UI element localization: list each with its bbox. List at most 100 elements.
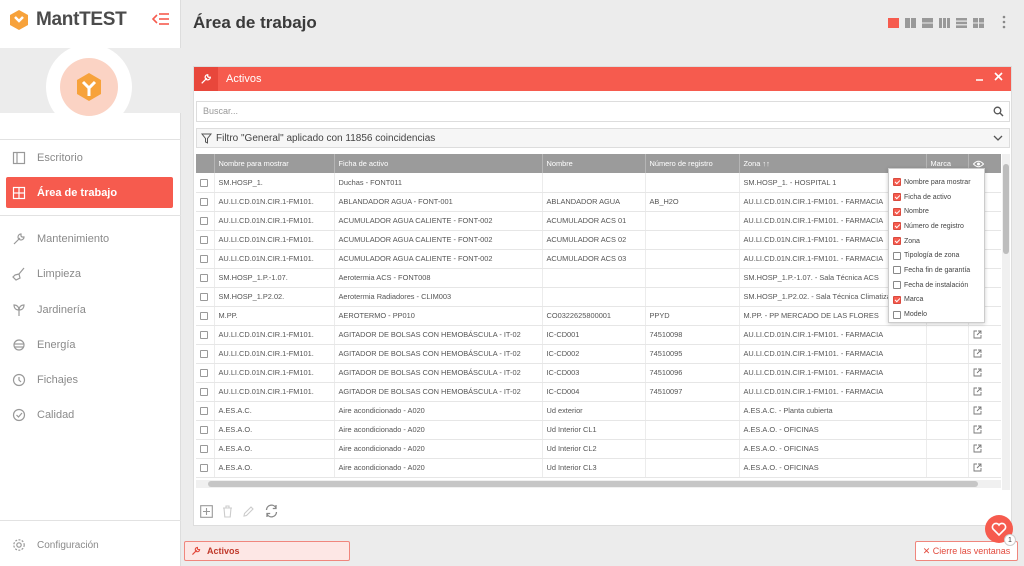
row-checkbox[interactable]	[200, 426, 208, 435]
row-checkbox-cell[interactable]	[196, 306, 215, 326]
row-checkbox[interactable]	[200, 255, 208, 264]
sidebar-item-area-de-trabajo[interactable]: Área de trabajo	[6, 177, 173, 208]
row-checkbox[interactable]	[200, 388, 208, 397]
column-toggle-item[interactable]: Ficha de activo	[893, 190, 980, 205]
open-cell[interactable]	[968, 325, 1001, 345]
row-checkbox-cell[interactable]	[196, 344, 215, 364]
layout-three-rows-icon[interactable]	[956, 18, 967, 28]
external-link-icon[interactable]	[973, 387, 982, 396]
search-icon[interactable]	[993, 106, 1004, 117]
column-toggle-item[interactable]: Tipología de zona	[893, 248, 980, 263]
column-toggle-checkbox[interactable]	[893, 295, 901, 304]
row-checkbox-cell[interactable]	[196, 420, 215, 440]
refresh-icon[interactable]	[264, 504, 279, 518]
row-checkbox[interactable]	[200, 312, 208, 321]
row-checkbox[interactable]	[200, 331, 208, 340]
table-row[interactable]: AU.LI.CD.01N.CIR.1-FM101. AGITADOR DE BOL…	[196, 382, 1001, 402]
row-checkbox-cell[interactable]	[196, 458, 215, 478]
table-row[interactable]: AU.LI.CD.01N.CIR.1-FM101. AGITADOR DE BOL…	[196, 325, 1001, 345]
column-toggle-checkbox[interactable]	[893, 207, 901, 216]
collapse-sidebar-button[interactable]	[152, 12, 170, 26]
sidebar-item-jardineria[interactable]: Jardinería	[6, 294, 173, 325]
filter-bar[interactable]: Filtro "General" aplicado con 11856 coin…	[196, 128, 1010, 148]
table-row[interactable]: AU.LI.CD.01N.CIR.1-FM101. AGITADOR DE BOL…	[196, 363, 1001, 383]
column-toggle-item[interactable]: Marca	[893, 293, 980, 308]
column-toggle-checkbox[interactable]	[893, 251, 901, 260]
column-toggle-item[interactable]: Número de registro	[893, 219, 980, 234]
column-toggle-item[interactable]: Nombre	[893, 204, 980, 219]
open-cell[interactable]	[968, 382, 1001, 402]
column-toggle-checkbox[interactable]	[893, 266, 901, 275]
column-toggle-item[interactable]: Modelo	[893, 307, 980, 322]
row-checkbox[interactable]	[200, 217, 208, 226]
table-row[interactable]: SM.HOSP_1. Duchas - FONT011 SM.HOSP_1. - H…	[196, 173, 1001, 193]
row-checkbox-cell[interactable]	[196, 211, 215, 231]
close-all-windows-button[interactable]: ✕ Cierre las ventanas	[915, 541, 1018, 561]
table-row[interactable]: M.PP. AEROTERMO - PP010 CO0322625800001 PPY…	[196, 306, 1001, 326]
table-row[interactable]: A.ES.A.O. Aire acondicionado - A020 Ud Int…	[196, 458, 1001, 478]
column-toggle-item[interactable]: Zona	[893, 234, 980, 249]
sidebar-item-fichajes[interactable]: Fichajes	[6, 364, 173, 395]
column-toggle-checkbox[interactable]	[893, 310, 901, 319]
add-icon[interactable]	[200, 504, 213, 518]
column-toggle-item[interactable]: Fecha fin de garantía	[893, 263, 980, 278]
column-toggle-checkbox[interactable]	[893, 237, 901, 246]
open-cell[interactable]	[968, 439, 1001, 459]
external-link-icon[interactable]	[973, 444, 982, 453]
external-link-icon[interactable]	[973, 406, 982, 415]
table-row[interactable]: A.ES.A.C. Aire acondicionado - A020 Ud ext…	[196, 401, 1001, 421]
row-checkbox[interactable]	[200, 236, 208, 245]
open-cell[interactable]	[968, 363, 1001, 383]
layout-single-icon[interactable]	[888, 18, 899, 28]
row-checkbox-cell[interactable]	[196, 249, 215, 269]
row-checkbox-cell[interactable]	[196, 401, 215, 421]
table-row[interactable]: SM.HOSP_1.P2.02. Aerotermia Radiadores - …	[196, 287, 1001, 307]
row-checkbox-cell[interactable]	[196, 173, 215, 193]
column-toggle-checkbox[interactable]	[893, 222, 901, 231]
row-checkbox[interactable]	[200, 369, 208, 378]
row-checkbox[interactable]	[200, 293, 208, 302]
sidebar-item-energia[interactable]: Energía	[6, 329, 173, 360]
open-cell[interactable]	[968, 458, 1001, 478]
external-link-icon[interactable]	[973, 330, 982, 339]
row-checkbox-cell[interactable]	[196, 192, 215, 212]
table-row[interactable]: A.ES.A.O. Aire acondicionado - A020 Ud Int…	[196, 439, 1001, 459]
table-row[interactable]: AU.LI.CD.01N.CIR.1-FM101. ACUMULADOR AGUA…	[196, 230, 1001, 250]
column-toggle-item[interactable]: Nombre para mostrar	[893, 175, 980, 190]
column-header[interactable]: Nombre para mostrar	[214, 154, 335, 173]
minimize-icon[interactable]	[975, 72, 984, 81]
layout-two-columns-icon[interactable]	[905, 18, 916, 28]
vertical-scrollbar[interactable]	[1002, 154, 1010, 490]
open-cell[interactable]	[968, 344, 1001, 364]
external-link-icon[interactable]	[973, 463, 982, 472]
open-cell[interactable]	[968, 420, 1001, 440]
sidebar-item-mantenimiento[interactable]: Mantenimiento	[6, 223, 173, 254]
column-toggle-checkbox[interactable]	[893, 178, 901, 187]
column-header[interactable]: Número de registro	[645, 154, 740, 173]
external-link-icon[interactable]	[973, 425, 982, 434]
row-checkbox-cell[interactable]	[196, 230, 215, 250]
sidebar-item-limpieza[interactable]: Limpieza	[6, 258, 173, 289]
close-icon[interactable]	[994, 72, 1003, 81]
window-tab-activos[interactable]: Activos	[184, 541, 350, 561]
layout-three-columns-icon[interactable]	[939, 18, 950, 28]
horizontal-scrollbar[interactable]	[196, 480, 1001, 488]
table-row[interactable]: AU.LI.CD.01N.CIR.1-FM101. ABLANDADOR AGUA…	[196, 192, 1001, 212]
sidebar-item-configuracion[interactable]: Configuración	[12, 538, 99, 552]
row-checkbox-cell[interactable]	[196, 287, 215, 307]
avatar[interactable]	[46, 44, 132, 130]
row-checkbox[interactable]	[200, 407, 208, 416]
row-checkbox-cell[interactable]	[196, 382, 215, 402]
row-checkbox[interactable]	[200, 274, 208, 283]
scroll-thumb[interactable]	[208, 481, 978, 487]
table-row[interactable]: AU.LI.CD.01N.CIR.1-FM101. ACUMULADOR AGUA…	[196, 211, 1001, 231]
row-checkbox[interactable]	[200, 464, 208, 473]
row-checkbox-cell[interactable]	[196, 268, 215, 288]
scroll-thumb[interactable]	[1003, 164, 1009, 254]
row-checkbox-cell[interactable]	[196, 439, 215, 459]
table-row[interactable]: AU.LI.CD.01N.CIR.1-FM101. AGITADOR DE BOL…	[196, 344, 1001, 364]
external-link-icon[interactable]	[973, 368, 982, 377]
layout-two-rows-icon[interactable]	[922, 18, 933, 28]
open-cell[interactable]	[968, 401, 1001, 421]
column-toggle-item[interactable]: Fecha de instalación	[893, 278, 980, 293]
